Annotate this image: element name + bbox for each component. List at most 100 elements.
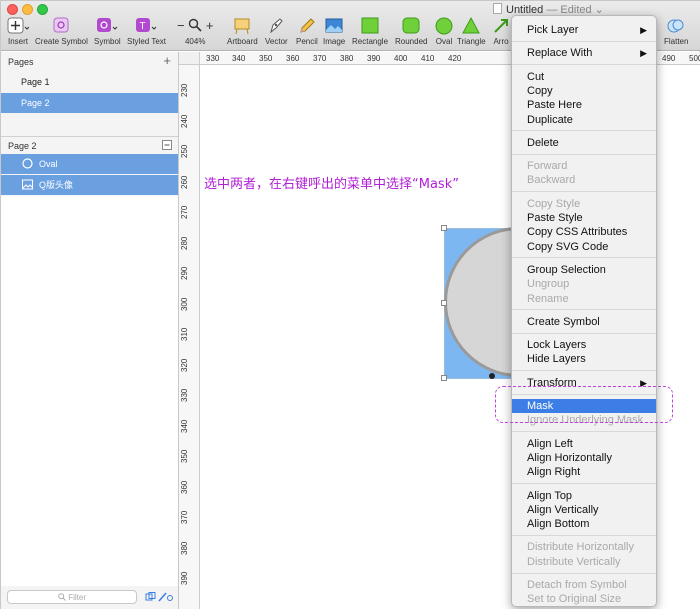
page-item-page-2[interactable]: Page 2 <box>1 93 178 113</box>
menu-item-align-horizontally[interactable]: Align Horizontally <box>512 451 656 465</box>
flatten-icon <box>667 19 684 33</box>
magnifier-icon <box>189 18 202 32</box>
pages-header: Pages <box>8 57 34 67</box>
close-window-button[interactable] <box>7 4 18 15</box>
zoom-out-button[interactable]: − <box>177 18 185 33</box>
menu-item-lock-layers[interactable]: Lock Layers <box>512 338 656 352</box>
resize-handle[interactable] <box>441 225 447 231</box>
ruler-corner <box>179 52 200 65</box>
layer-item-image[interactable]: Q版头像 <box>1 175 178 195</box>
menu-item-paste-here[interactable]: Paste Here <box>512 98 656 112</box>
menu-item-label: Pick Layer <box>527 24 579 36</box>
triangle-icon <box>462 16 481 34</box>
resize-handle[interactable] <box>441 375 447 381</box>
menu-item-duplicate[interactable]: Duplicate <box>512 113 656 127</box>
menu-item-copy-css-attributes[interactable]: Copy CSS Attributes <box>512 225 656 239</box>
menu-item-align-right[interactable]: Align Right <box>512 465 656 479</box>
symbols-filter-icon[interactable] <box>145 592 157 602</box>
menu-item-set-to-original-size: Set to Original Size <box>512 592 656 606</box>
menu-separator <box>512 431 656 433</box>
menu-item-rename: Rename <box>512 292 656 306</box>
page-item-page-1[interactable]: Page 1 <box>1 72 178 92</box>
layer-item-oval[interactable]: Oval <box>1 154 178 174</box>
menu-item-label: Copy Style <box>527 197 581 210</box>
ruler-tick-label: 300 <box>180 297 189 311</box>
add-page-button[interactable]: + <box>163 53 171 68</box>
menu-item-pick-layer[interactable]: Pick Layer ▶ <box>512 23 656 37</box>
menu-item-align-bottom[interactable]: Align Bottom <box>512 517 656 531</box>
menu-item-distribute-horizontally: Distribute Horizontally <box>512 540 656 554</box>
create-symbol-icon <box>53 17 69 33</box>
minimize-window-button[interactable] <box>22 4 33 15</box>
insert-label: Insert <box>7 37 28 46</box>
oval-label: Oval <box>435 37 453 46</box>
menu-separator <box>512 572 656 574</box>
image-tool[interactable]: Image <box>323 16 345 46</box>
flatten-tool[interactable]: Flatten <box>664 16 688 46</box>
rounded-rectangle-icon <box>402 17 420 34</box>
search-icon <box>58 593 66 601</box>
menu-item-backward: Backward <box>512 173 656 187</box>
menu-item-label: Replace With <box>527 47 593 60</box>
oval-icon <box>435 17 453 35</box>
menu-separator <box>512 309 656 311</box>
rounded-tool[interactable]: Rounded <box>395 16 427 46</box>
menu-item-cut[interactable]: Cut <box>512 70 656 84</box>
menu-separator <box>512 257 656 259</box>
menu-item-align-vertically[interactable]: Align Vertically <box>512 503 656 517</box>
rectangle-icon <box>361 17 379 34</box>
ruler-tick-label: 350 <box>180 449 189 463</box>
image-label: Image <box>323 37 346 46</box>
menu-item-copy-svg-code[interactable]: Copy SVG Code <box>512 240 656 254</box>
image-icon <box>325 18 343 33</box>
resize-handle[interactable] <box>441 300 447 306</box>
collapse-layers-icon[interactable] <box>162 140 172 150</box>
menu-item-delete[interactable]: Delete <box>512 136 656 150</box>
insert-tool[interactable]: Insert <box>7 16 29 46</box>
create-symbol-tool[interactable]: Create Symbol <box>35 16 88 46</box>
artboard-tool[interactable]: Artboard <box>227 16 258 46</box>
menu-separator <box>512 40 656 42</box>
menu-item-label: Rename <box>527 292 569 305</box>
styled-text-tool[interactable]: T Styled Text <box>127 16 166 46</box>
menu-item-copy[interactable]: Copy <box>512 84 656 98</box>
filter-input[interactable]: Filter <box>7 590 137 604</box>
image-detail-mark <box>489 373 495 379</box>
menu-item-align-top[interactable]: Align Top <box>512 489 656 503</box>
menu-item-label: Cut <box>527 70 545 83</box>
menu-item-align-left[interactable]: Align Left <box>512 437 656 451</box>
menu-item-forward: Forward <box>512 159 656 173</box>
menu-item-label: Copy SVG Code <box>527 240 609 253</box>
arrow-tool[interactable]: Arro <box>492 16 510 46</box>
menu-item-label: Delete <box>527 136 559 149</box>
vector-tool[interactable]: Vector <box>265 16 288 46</box>
menu-separator <box>512 130 656 132</box>
pencil-tool[interactable]: Pencil <box>296 16 318 46</box>
slice-filter-icon[interactable] <box>158 592 174 602</box>
instruction-annotation: 选中两者，在右键呼出的菜单中选择“Mask” <box>204 177 459 192</box>
layers-empty-area <box>1 196 178 586</box>
ruler-tick-label: 380 <box>180 541 189 555</box>
zoom-control[interactable]: − + 404% <box>177 16 213 46</box>
menu-separator <box>512 153 656 155</box>
menu-item-paste-style[interactable]: Paste Style <box>512 211 656 225</box>
rectangle-tool[interactable]: Rectangle <box>352 16 388 46</box>
menu-item-hide-layers[interactable]: Hide Layers <box>512 352 656 366</box>
layer-name: Oval <box>39 159 58 169</box>
triangle-tool[interactable]: Triangle <box>457 16 486 46</box>
zoom-in-button[interactable]: + <box>206 18 214 33</box>
highlight-annotation-box <box>495 386 673 423</box>
menu-separator <box>512 332 656 334</box>
menu-item-replace-with[interactable]: Replace With ▶ <box>512 46 656 60</box>
zoom-window-button[interactable] <box>37 4 48 15</box>
vertical-ruler: 230 240 250 260 270 280 290 300 310 320 330 340 350 3… <box>179 65 200 609</box>
menu-item-group-selection[interactable]: Group Selection <box>512 263 656 277</box>
submenu-arrow-icon: ▶ <box>640 48 647 59</box>
vector-pen-icon <box>270 18 284 34</box>
menu-item-detach-from-symbol: Detach from Symbol <box>512 578 656 592</box>
menu-item-create-symbol[interactable]: Create Symbol <box>512 315 656 329</box>
oval-tool[interactable]: Oval <box>434 16 454 46</box>
symbol-tool[interactable]: Symbol <box>94 16 121 46</box>
ruler-tick-label: 370 <box>313 54 327 63</box>
menu-item-label: Forward <box>527 160 568 173</box>
